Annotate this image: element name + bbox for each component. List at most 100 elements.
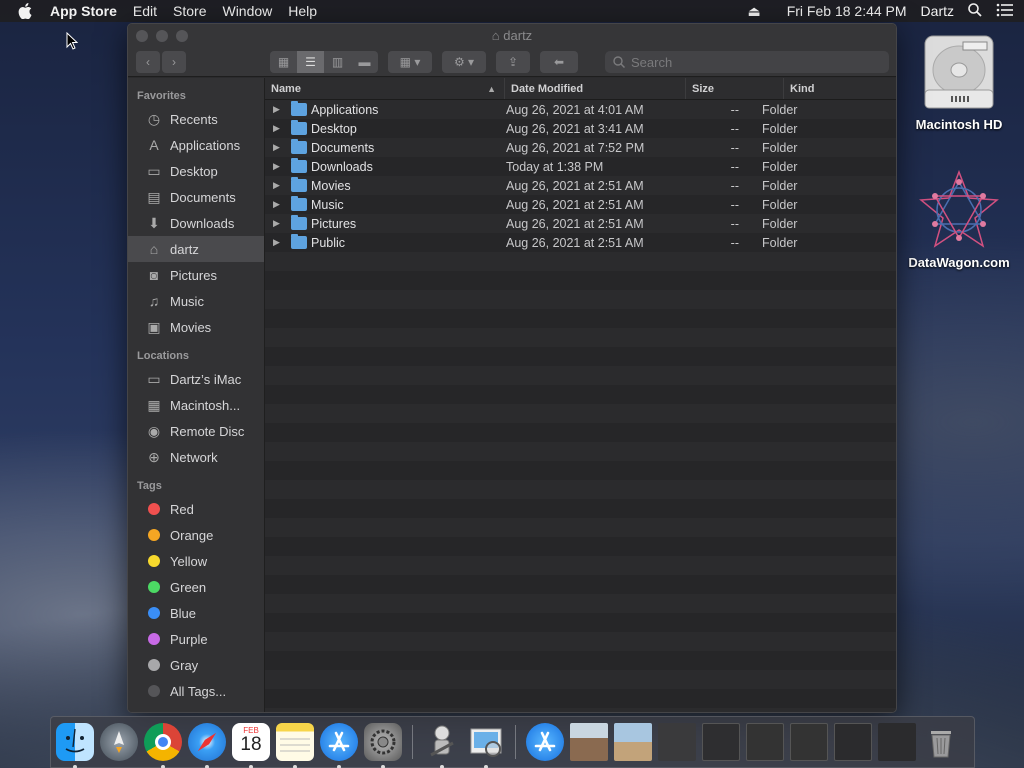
launchpad-icon[interactable] bbox=[100, 723, 138, 761]
list-view-button[interactable]: ☰ bbox=[297, 50, 324, 73]
applications-icon: A bbox=[149, 137, 159, 153]
forward-button[interactable]: › bbox=[162, 50, 186, 73]
sidebar-tag-orange[interactable]: Orange bbox=[128, 522, 264, 548]
window-thumbnail-icon[interactable] bbox=[658, 723, 696, 761]
window-thumbnail-icon[interactable] bbox=[702, 723, 740, 761]
calendar-icon[interactable]: FEB 18 bbox=[232, 723, 270, 768]
notification-center-icon[interactable] bbox=[996, 3, 1014, 20]
gallery-view-button[interactable]: ▬ bbox=[351, 50, 378, 73]
sidebar-item-recents[interactable]: ◷ Recents bbox=[128, 106, 264, 132]
safari-icon[interactable] bbox=[188, 723, 226, 768]
table-row[interactable]: ▶ Public Aug 26, 2021 at 2:51 AM -- Folde… bbox=[265, 233, 896, 252]
automator-icon[interactable] bbox=[423, 723, 461, 768]
sidebar-item-pictures[interactable]: ◙ Pictures bbox=[128, 262, 264, 288]
imac-icon: ▭ bbox=[147, 370, 161, 387]
file-kind: Folder bbox=[762, 102, 798, 117]
chrome-icon[interactable] bbox=[144, 723, 182, 768]
app-name-menu[interactable]: App Store bbox=[50, 3, 117, 19]
group-by-button[interactable]: ▦ ▾ bbox=[388, 50, 432, 73]
tag-color-dot bbox=[148, 659, 160, 671]
window-thumbnail-icon[interactable] bbox=[834, 723, 872, 761]
table-row[interactable]: ▶ Desktop Aug 26, 2021 at 3:41 AM -- Fold… bbox=[265, 119, 896, 138]
disclosure-triangle-icon[interactable]: ▶ bbox=[273, 218, 285, 229]
title-bar[interactable]: ⌂ dartz bbox=[128, 24, 896, 47]
eject-icon[interactable]: ⏏ bbox=[747, 3, 760, 20]
sidebar-item-applications[interactable]: A Applications bbox=[128, 132, 264, 158]
disclosure-triangle-icon[interactable]: ▶ bbox=[273, 180, 285, 191]
table-row[interactable]: ▶ Applications Aug 26, 2021 at 4:01 AM --… bbox=[265, 100, 896, 119]
table-row[interactable]: ▶ Music Aug 26, 2021 at 2:51 AM -- Folder bbox=[265, 195, 896, 214]
disclosure-triangle-icon[interactable]: ▶ bbox=[273, 104, 285, 115]
sidebar-item-label: Remote Disc bbox=[170, 423, 245, 439]
menu-store[interactable]: Store bbox=[173, 3, 206, 19]
menubar-clock[interactable]: Fri Feb 18 2:44 PM bbox=[787, 3, 907, 19]
share-button[interactable]: ⇪ bbox=[496, 50, 530, 73]
sidebar-item-macintosh-hd[interactable]: ▦ Macintosh... bbox=[128, 392, 264, 418]
disclosure-triangle-icon[interactable]: ▶ bbox=[273, 237, 285, 248]
system-preferences-icon[interactable] bbox=[364, 723, 402, 768]
column-header-date[interactable]: Date Modified bbox=[505, 78, 686, 99]
edit-tags-button[interactable]: ⬅ bbox=[540, 50, 578, 73]
spotlight-search-icon[interactable] bbox=[968, 2, 982, 20]
app-store-icon[interactable] bbox=[320, 723, 358, 768]
column-header-label: Size bbox=[692, 82, 715, 95]
desktop-icon-datawagon[interactable]: DataWagon.com bbox=[904, 168, 1014, 270]
sidebar-item-network[interactable]: ⊕ Network bbox=[128, 444, 264, 470]
sidebar-tag-green[interactable]: Green bbox=[128, 574, 264, 600]
disclosure-triangle-icon[interactable]: ▶ bbox=[273, 142, 285, 153]
window-thumbnail-icon[interactable] bbox=[790, 723, 828, 761]
file-kind: Folder bbox=[762, 216, 798, 231]
menu-help[interactable]: Help bbox=[288, 3, 317, 19]
table-row[interactable]: ▶ Pictures Aug 26, 2021 at 2:51 AM -- Fol… bbox=[265, 214, 896, 233]
sidebar-item-desktop[interactable]: ▭ Desktop bbox=[128, 158, 264, 184]
photo-thumbnail-icon[interactable] bbox=[614, 723, 652, 761]
sidebar-item-downloads[interactable]: ⬇ Downloads bbox=[128, 210, 264, 236]
column-header-name[interactable]: Name ▲ bbox=[265, 78, 505, 99]
search-placeholder: Search bbox=[631, 54, 673, 70]
disclosure-triangle-icon[interactable]: ▶ bbox=[273, 123, 285, 134]
table-row[interactable]: ▶ Downloads Today at 1:38 PM -- Folder bbox=[265, 157, 896, 176]
menu-window[interactable]: Window bbox=[222, 3, 272, 19]
sidebar-item-imac[interactable]: ▭ Dartz’s iMac bbox=[128, 366, 264, 392]
menubar-user[interactable]: Dartz bbox=[921, 3, 954, 19]
sidebar-tag-all-tags[interactable]: All Tags... bbox=[128, 678, 264, 704]
file-name: Pictures bbox=[311, 216, 357, 231]
sidebar-item-music[interactable]: ♫ Music bbox=[128, 288, 264, 314]
column-header-kind[interactable]: Kind bbox=[784, 78, 896, 99]
apple-menu-icon[interactable] bbox=[18, 3, 32, 19]
back-button[interactable]: ‹ bbox=[136, 50, 160, 73]
preview-icon[interactable] bbox=[467, 723, 505, 768]
notes-icon[interactable] bbox=[276, 723, 314, 768]
gear-icon: ⚙ ▾ bbox=[453, 54, 475, 69]
window-thumbnail-icon[interactable] bbox=[878, 723, 916, 761]
sidebar-item-documents[interactable]: ▤ Documents bbox=[128, 184, 264, 210]
sidebar-tag-blue[interactable]: Blue bbox=[128, 600, 264, 626]
sidebar-tag-red[interactable]: Red bbox=[128, 496, 264, 522]
column-view-button[interactable]: ▥ bbox=[324, 50, 351, 73]
trash-icon[interactable] bbox=[922, 723, 960, 761]
sidebar-tag-yellow[interactable]: Yellow bbox=[128, 548, 264, 574]
action-menu-button[interactable]: ⚙ ▾ bbox=[442, 50, 486, 73]
desktop-icon-macintosh-hd[interactable]: Macintosh HD bbox=[904, 32, 1014, 132]
search-field[interactable]: Search bbox=[605, 51, 889, 73]
sidebar-item-remote-disc[interactable]: ◉ Remote Disc bbox=[128, 418, 264, 444]
window-thumbnail-icon[interactable] bbox=[746, 723, 784, 761]
sidebar-item-label: Purple bbox=[170, 631, 208, 647]
file-kind: Folder bbox=[762, 197, 798, 212]
sidebar-item-movies[interactable]: ▣ Movies bbox=[128, 314, 264, 340]
column-header-size[interactable]: Size bbox=[686, 78, 784, 99]
menu-edit[interactable]: Edit bbox=[133, 3, 157, 19]
sidebar-tag-gray[interactable]: Gray bbox=[128, 652, 264, 678]
app-store-icon[interactable] bbox=[526, 723, 564, 761]
icon-view-button[interactable]: ▦ bbox=[270, 50, 297, 73]
table-row[interactable]: ▶ Movies Aug 26, 2021 at 2:51 AM -- Folde… bbox=[265, 176, 896, 195]
disclosure-triangle-icon[interactable]: ▶ bbox=[273, 161, 285, 172]
photo-thumbnail-icon[interactable] bbox=[570, 723, 608, 761]
chevron-right-icon: › bbox=[172, 54, 176, 69]
table-row[interactable]: ▶ Documents Aug 26, 2021 at 7:52 PM -- Fo… bbox=[265, 138, 896, 157]
finder-icon[interactable] bbox=[56, 723, 94, 768]
sidebar-item-dartz[interactable]: ⌂ dartz bbox=[128, 236, 264, 262]
search-icon bbox=[613, 56, 625, 68]
disclosure-triangle-icon[interactable]: ▶ bbox=[273, 199, 285, 210]
sidebar-tag-purple[interactable]: Purple bbox=[128, 626, 264, 652]
